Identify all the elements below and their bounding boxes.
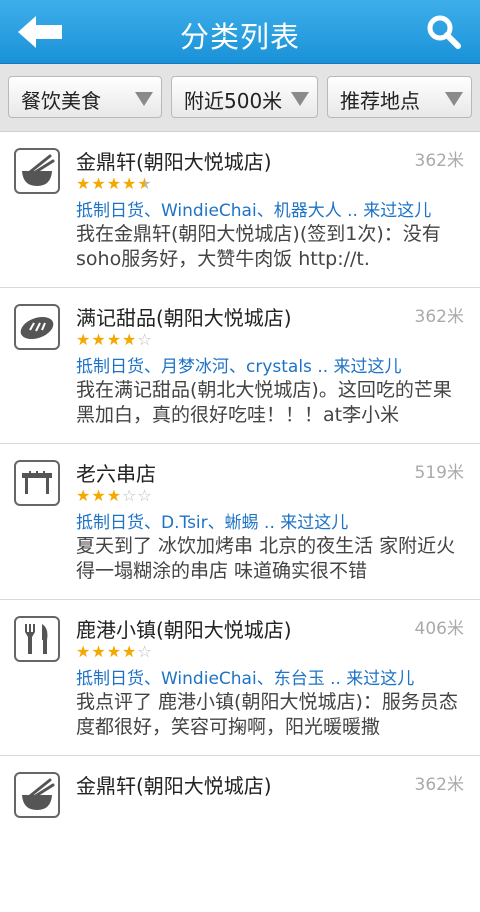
place-name: 老六串店 [76,462,156,486]
search-button[interactable] [424,12,464,52]
star-empty-icon: ☆ [122,486,138,505]
star-full-icon: ★ [91,642,107,661]
review-text: 我在满记甜品(朝北大悦城店)。这回吃的芒果黑加白，真的很好吃哇！！！at李小米 [76,379,452,426]
star-full-icon: ★ [122,330,138,349]
star-full-icon: ★ [76,174,92,193]
bowl-chopsticks-icon [14,148,60,194]
star-full-icon: ★ [76,642,92,661]
star-full-icon: ★ [122,174,138,193]
place-name: 满记甜品(朝阳大悦城店) [76,306,292,330]
star-full-icon: ★ [76,330,92,349]
category-dropdown[interactable]: 餐饮美食 [8,76,162,118]
star-empty-icon: ☆ [137,330,153,349]
rating-stars: ★★★★☆ [76,330,153,349]
distance-dropdown-label: 附近500米 [184,89,283,113]
list-item[interactable]: 满记甜品(朝阳大悦城店) 362米 ★★★★☆ 抵制日货、月梦冰河、crysta… [0,288,480,444]
bowl-chopsticks-icon [14,772,60,818]
rating-stars: ★★★★☆ [76,642,153,661]
list-item[interactable]: 鹿港小镇(朝阳大悦城店) 406米 ★★★★☆ 抵制日货、WindieChai、… [0,600,480,756]
star-full-icon: ★ [91,486,107,505]
distance-dropdown[interactable]: 附近500米 [171,76,318,118]
title-bar: 分类列表 [0,0,480,64]
grill-icon [14,460,60,506]
visitors-link[interactable]: 抵制日货、D.Tsir、蜥蜴 .. 来过这儿 [76,508,348,533]
list-item[interactable]: 老六串店 519米 ★★★☆☆ 抵制日货、D.Tsir、蜥蜴 .. 来过这儿 夏… [0,444,480,600]
dropdown-arrow-icon [135,92,153,106]
dropdown-arrow-icon [445,92,463,106]
category-dropdown-label: 餐饮美食 [21,89,101,113]
place-list: 金鼎轩(朝阳大悦城店) 362米 ★★★★★ 抵制日货、WindieChai、机… [0,132,480,912]
star-full-icon: ★ [106,330,123,349]
review-text: 我在金鼎轩(朝阳大悦城店)(签到1次)：没有soho服务好，大赞牛肉饭 http… [76,223,441,270]
fork-knife-icon [14,616,60,662]
place-name: 金鼎轩(朝阳大悦城店) [76,774,272,798]
page-title: 分类列表 [179,20,300,54]
visitors-link[interactable]: 抵制日货、月梦冰河、crystals .. 来过这儿 [76,352,402,377]
sort-dropdown[interactable]: 推荐地点 [327,76,472,118]
place-distance: 406米 [414,619,464,639]
star-half-icon: ★ [137,174,153,193]
place-distance: 519米 [414,463,464,483]
dropdown-arrow-icon [291,92,309,106]
bread-icon [14,304,60,350]
star-empty-icon: ☆ [137,642,153,661]
star-full-icon: ★ [122,642,138,661]
star-full-icon: ★ [106,174,123,193]
search-icon [427,15,461,49]
place-name: 金鼎轩(朝阳大悦城店) [76,150,272,174]
star-full-icon: ★ [76,486,92,505]
star-full-icon: ★ [106,642,123,661]
place-distance: 362米 [414,307,464,327]
place-distance: 362米 [414,775,464,795]
sort-dropdown-label: 推荐地点 [340,89,420,113]
place-distance: 362米 [414,151,464,171]
star-full-icon: ★ [106,486,123,505]
star-full-icon: ★ [91,174,107,193]
rating-stars: ★★★☆☆ [76,486,153,505]
place-name: 鹿港小镇(朝阳大悦城店) [76,618,292,642]
visitors-link[interactable]: 抵制日货、WindieChai、东台玉 .. 来过这儿 [76,664,414,689]
filter-bar: 餐饮美食 附近500米 推荐地点 [0,64,480,132]
star-empty-icon: ☆ [137,486,153,505]
rating-stars: ★★★★★ [76,174,153,193]
visitors-link[interactable]: 抵制日货、WindieChai、机器大人 .. 来过这儿 [76,196,431,221]
review-text: 我点评了 鹿港小镇(朝阳大悦城店)：服务员态度都很好，笑容可掬啊，阳光暖暖撒 [76,691,458,738]
star-full-icon: ★ [91,330,107,349]
review-text: 夏天到了 冰饮加烤串 北京的夜生活 家附近火得一塌糊涂的串店 味道确实很不错 [76,535,456,582]
list-item[interactable]: 金鼎轩(朝阳大悦城店) 362米 ★★★★★ 抵制日货、WindieChai、机… [0,132,480,288]
list-item[interactable]: 金鼎轩(朝阳大悦城店) 362米 [0,756,480,912]
